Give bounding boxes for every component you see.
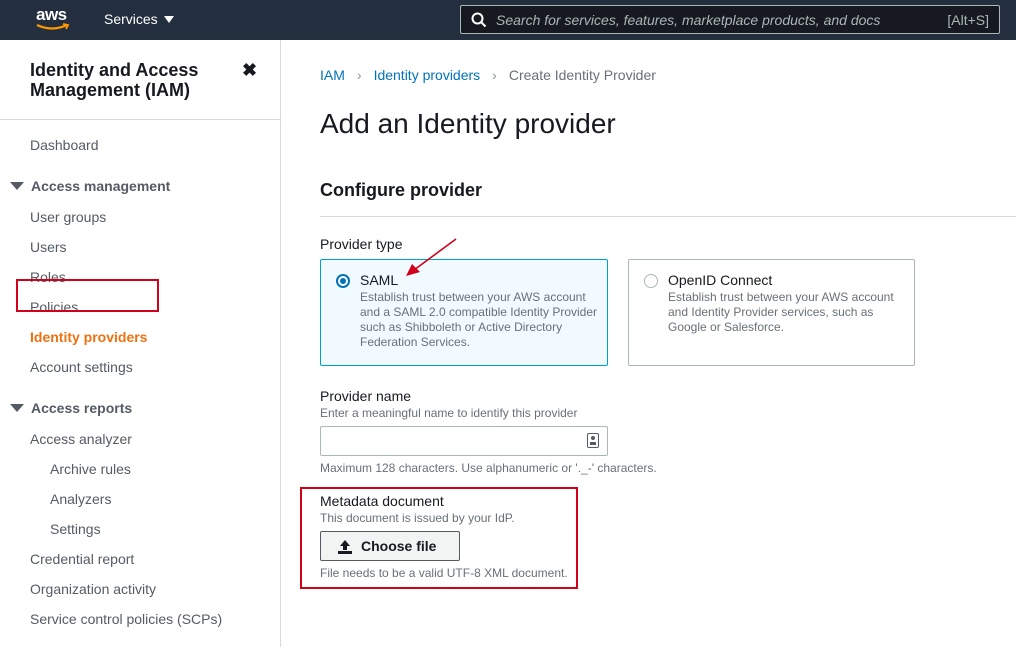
openid-connect-radio-button[interactable] [644, 274, 658, 288]
aws-logo[interactable]: aws [36, 5, 76, 35]
breadcrumb-link-identity-providers[interactable]: Identity providers [374, 67, 481, 83]
provider-option-saml[interactable]: SAML Establish trust between your AWS ac… [320, 259, 608, 366]
provider-name-label: Provider name [320, 388, 412, 404]
sidebar-item-policies[interactable]: Policies [30, 299, 78, 315]
choose-file-label: Choose file [361, 538, 437, 554]
sidebar-item-analyzers[interactable]: Analyzers [50, 491, 111, 507]
search-icon [471, 12, 487, 28]
sidebar-title: Identity and Access Management (IAM) [30, 60, 199, 100]
openid-connect-option-title: OpenID Connect [668, 272, 773, 288]
top-nav-bar: aws Services Search for services, featur… [0, 0, 1016, 40]
section-divider [320, 216, 1016, 217]
sidebar-section-label: Access reports [31, 400, 133, 416]
sidebar-item-organization-activity[interactable]: Organization activity [30, 581, 156, 597]
sidebar-item-credential-report[interactable]: Credential report [30, 551, 134, 567]
breadcrumb-link-iam[interactable]: IAM [320, 67, 345, 83]
sidebar-item-roles[interactable]: Roles [30, 269, 66, 285]
breadcrumb: IAM › Identity providers › Create Identity P… [320, 67, 656, 83]
saml-option-title: SAML [360, 272, 399, 288]
saml-option-description: Establish trust between your AWS account… [360, 290, 598, 349]
provider-name-description: Enter a meaningful name to identify this… [320, 406, 578, 420]
upload-icon [338, 540, 352, 554]
sidebar-item-users[interactable]: Users [30, 239, 67, 255]
section-title: Configure provider [320, 180, 483, 200]
metadata-document-constraint: File needs to be a valid UTF-8 XML docum… [320, 566, 568, 580]
choose-file-button[interactable]: Choose file [320, 531, 460, 561]
caret-down-icon [10, 182, 24, 190]
metadata-document-label: Metadata document [320, 493, 444, 509]
caret-down-icon [10, 404, 24, 412]
sidebar-section-label: Access management [31, 178, 171, 194]
search-input[interactable]: Search for services, features, marketpla… [460, 5, 1000, 34]
close-icon[interactable]: ✖ [242, 60, 257, 81]
provider-name-constraint: Maximum 128 characters. Use alphanumeric… [320, 461, 657, 475]
sidebar-divider [0, 119, 280, 120]
sidebar-item-scps[interactable]: Service control policies (SCPs) [30, 611, 222, 627]
sidebar-item-settings[interactable]: Settings [50, 521, 101, 537]
sidebar-item-access-analyzer[interactable]: Access analyzer [30, 431, 132, 447]
provider-option-openid-connect[interactable]: OpenID Connect Establish trust between y… [628, 259, 915, 366]
metadata-document-description: This document is issued by your IdP. [320, 511, 515, 525]
sidebar-item-archive-rules[interactable]: Archive rules [50, 461, 131, 477]
services-label: Services [104, 11, 158, 27]
breadcrumb-current: Create Identity Provider [508, 67, 656, 83]
services-menu-button[interactable]: Services [104, 11, 174, 27]
search-placeholder: Search for services, features, marketpla… [496, 12, 881, 28]
aws-smile-icon [36, 23, 70, 30]
openid-connect-option-description: Establish trust between your AWS account… [668, 290, 894, 334]
aws-logo-text: aws [36, 5, 67, 24]
search-shortcut-hint: [Alt+S] [947, 12, 989, 28]
chevron-right-icon: › [356, 67, 362, 83]
sidebar-item-identity-providers[interactable]: Identity providers [30, 329, 147, 345]
provider-name-input[interactable] [320, 426, 608, 456]
page-title: Add an Identity provider [320, 108, 616, 139]
sidebar-item-user-groups[interactable]: User groups [30, 209, 106, 225]
sidebar-section-access-management[interactable]: Access management [10, 178, 170, 194]
sidebar-item-account-settings[interactable]: Account settings [30, 359, 133, 375]
chevron-right-icon: › [492, 67, 497, 83]
sidebar-section-access-reports[interactable]: Access reports [10, 400, 132, 416]
saml-radio-button[interactable] [336, 274, 350, 288]
caret-down-icon [163, 16, 174, 23]
sidebar: Identity and Access Management (IAM) ✖ D… [0, 40, 281, 647]
provider-type-label: Provider type [320, 236, 403, 252]
sidebar-item-dashboard[interactable]: Dashboard [30, 137, 99, 153]
contact-card-icon [587, 433, 599, 448]
